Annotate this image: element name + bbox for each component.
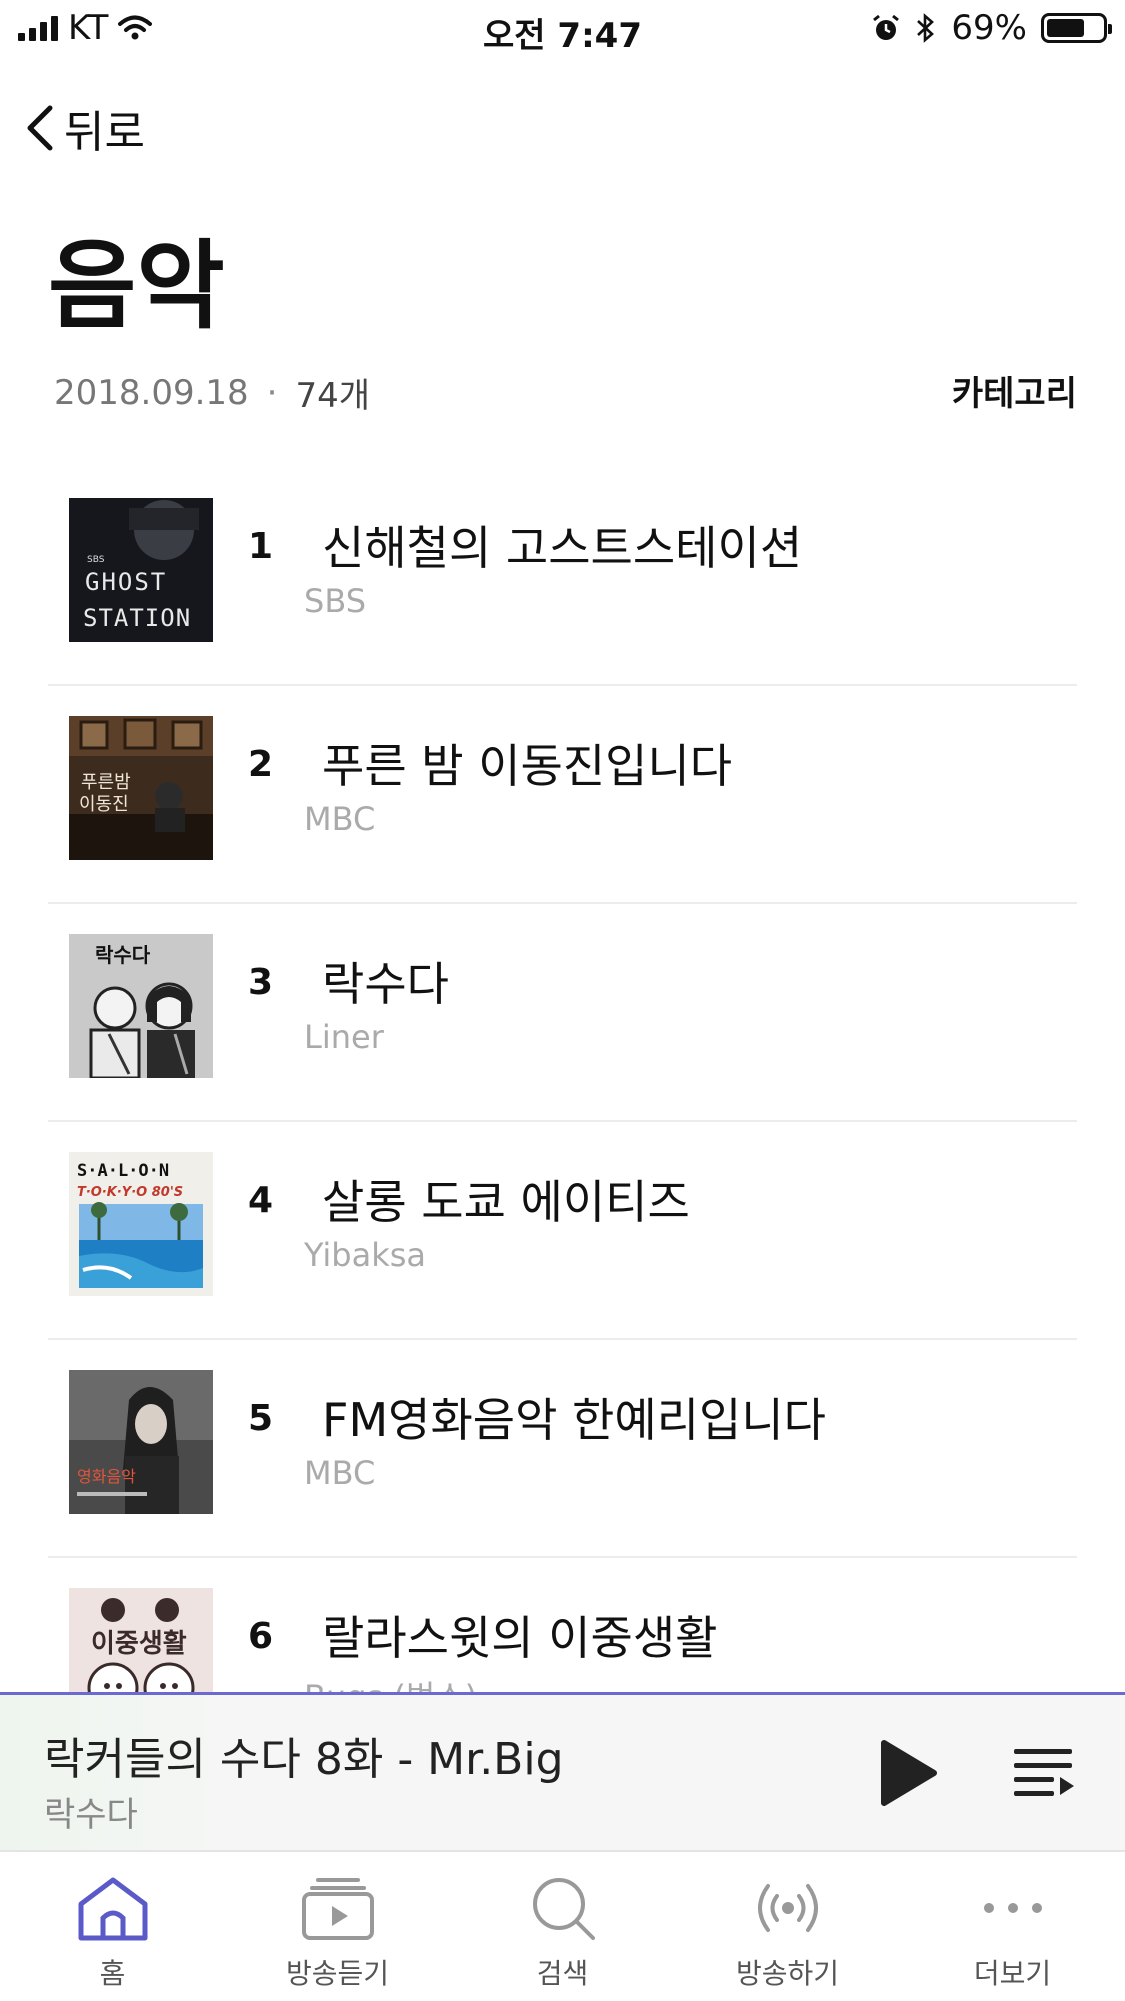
podcast-title: 신해철의 고스트스테이션 (322, 521, 803, 575)
battery-percent: 69% (951, 8, 1027, 48)
podcast-publisher: Yibaksa (304, 1236, 427, 1274)
podcast-publisher: Bugs (벅스) (304, 1672, 477, 1693)
now-playing-show: 락수다 (44, 1795, 138, 1835)
cover-text: 영화음악 (77, 1467, 136, 1486)
now-playing-title: 락커들의 수다 8화 - Mr.Big (44, 1734, 564, 1785)
cover-text: 이동진 (79, 794, 129, 815)
home-icon (78, 1877, 147, 1941)
raksuda-cover: 락수다 (69, 934, 213, 1078)
list-item[interactable]: 영화음악 5 FM영화음악 한예리입니다 MBC (48, 1340, 1077, 1558)
cover-text: GHOST (85, 568, 167, 596)
status-bar: KT 오전 7:47 69% (0, 0, 1125, 62)
podcast-title: 랄라스윗의 이중생활 (322, 1611, 718, 1665)
cover-text: 푸른밤 (81, 772, 131, 793)
tab-bar: 홈 방송듣기 검색 방송하기 더보기 (0, 1852, 1125, 2001)
blue-night-cover: 푸른밤 이동진 (69, 716, 213, 860)
tab-label: 검색 (536, 1957, 589, 1990)
broadcast-icon (757, 1884, 818, 1932)
category-button[interactable]: 카테고리 (952, 366, 1077, 415)
podcast-publisher: SBS (304, 582, 367, 620)
list-item[interactable]: 이중생활 6 랄라스윗의 이중생활 Bugs (벅스) (48, 1558, 1077, 1693)
chevron-left-icon (27, 105, 53, 151)
status-right: 69% (871, 8, 1112, 48)
podcast-list: SBS GHOST STATION 1 신해철의 고스트스테이션 SBS 푸른밤… (48, 468, 1077, 1693)
bluetooth-icon (917, 13, 935, 43)
play-button[interactable] (872, 1737, 942, 1809)
tab-broadcast[interactable]: 방송하기 (675, 1852, 900, 2001)
back-button[interactable]: 뒤로 (24, 96, 145, 160)
tab-listen[interactable]: 방송듣기 (225, 1852, 450, 2001)
tab-label: 더보기 (973, 1957, 1052, 1990)
tab-label: 방송듣기 (285, 1957, 390, 1990)
list-item[interactable]: SBS GHOST STATION 1 신해철의 고스트스테이션 SBS (48, 468, 1077, 686)
cover-text: T·O·K·Y·O 80'S (77, 1185, 183, 1200)
podcast-publisher: Liner (304, 1018, 384, 1056)
playlist-icon (1014, 1749, 1074, 1796)
podcast-title: 살롱 도쿄 에이티즈 (322, 1175, 690, 1229)
page-meta: 2018.09.18 · 74개 (54, 368, 370, 417)
cover-text: S·A·L·O·N (77, 1161, 169, 1181)
battery-fill (1047, 19, 1084, 37)
back-label: 뒤로 (64, 107, 145, 158)
list-item[interactable]: 푸른밤 이동진 2 푸른 밤 이동진입니다 MBC (48, 686, 1077, 904)
podcast-title: 푸른 밤 이동진입니다 (322, 739, 733, 793)
cover-text: 이중생활 (91, 1629, 187, 1659)
list-item[interactable]: S·A·L·O·N T·O·K·Y·O 80'S 4 살롱 도쿄 에이티즈 Yi… (48, 1122, 1077, 1340)
tab-label: 방송하기 (735, 1957, 840, 1990)
cover-text: 락수다 (95, 943, 151, 967)
rank-number: 3 (248, 962, 274, 1003)
meta-separator: · (266, 372, 278, 413)
ghost-station-cover: SBS GHOST STATION (69, 498, 213, 642)
play-icon (881, 1740, 937, 1806)
count-label: 74개 (295, 376, 371, 416)
rank-number: 5 (248, 1398, 274, 1439)
cover-text: STATION (83, 604, 191, 632)
podcast-title: FM영화음악 한예리입니다 (322, 1393, 826, 1447)
search-icon (532, 1878, 595, 1940)
rank-number: 4 (248, 1180, 274, 1221)
podcast-publisher: MBC (304, 1454, 376, 1492)
podcast-title: 락수다 (322, 957, 449, 1011)
playlist-button[interactable] (1010, 1739, 1076, 1805)
alarm-icon (873, 14, 900, 40)
tab-more[interactable]: 더보기 (900, 1852, 1125, 2001)
mini-player[interactable]: 락커들의 수다 8화 - Mr.Big 락수다 (0, 1692, 1125, 1852)
fm-movie-music-cover: 영화음악 (69, 1370, 213, 1514)
rank-number: 1 (248, 526, 274, 567)
lalasweet-cover: 이중생활 (69, 1588, 213, 1693)
podcast-publisher: MBC (304, 800, 376, 838)
tab-label: 홈 (99, 1957, 126, 1990)
more-icon (983, 1903, 1042, 1913)
tab-search[interactable]: 검색 (450, 1852, 675, 2001)
cover-text: SBS (87, 555, 105, 565)
tab-home[interactable]: 홈 (0, 1852, 225, 2001)
page-title: 음악 (48, 230, 225, 342)
salon-tokyo-cover: S·A·L·O·N T·O·K·Y·O 80'S (69, 1152, 213, 1296)
rank-number: 2 (248, 744, 274, 785)
radio-play-icon (301, 1878, 374, 1940)
rank-number: 6 (248, 1616, 274, 1657)
list-item[interactable]: 락수다 3 락수다 Liner (48, 904, 1077, 1122)
date-label: 2018.09.18 (54, 372, 249, 413)
battery-icon (1041, 13, 1112, 43)
